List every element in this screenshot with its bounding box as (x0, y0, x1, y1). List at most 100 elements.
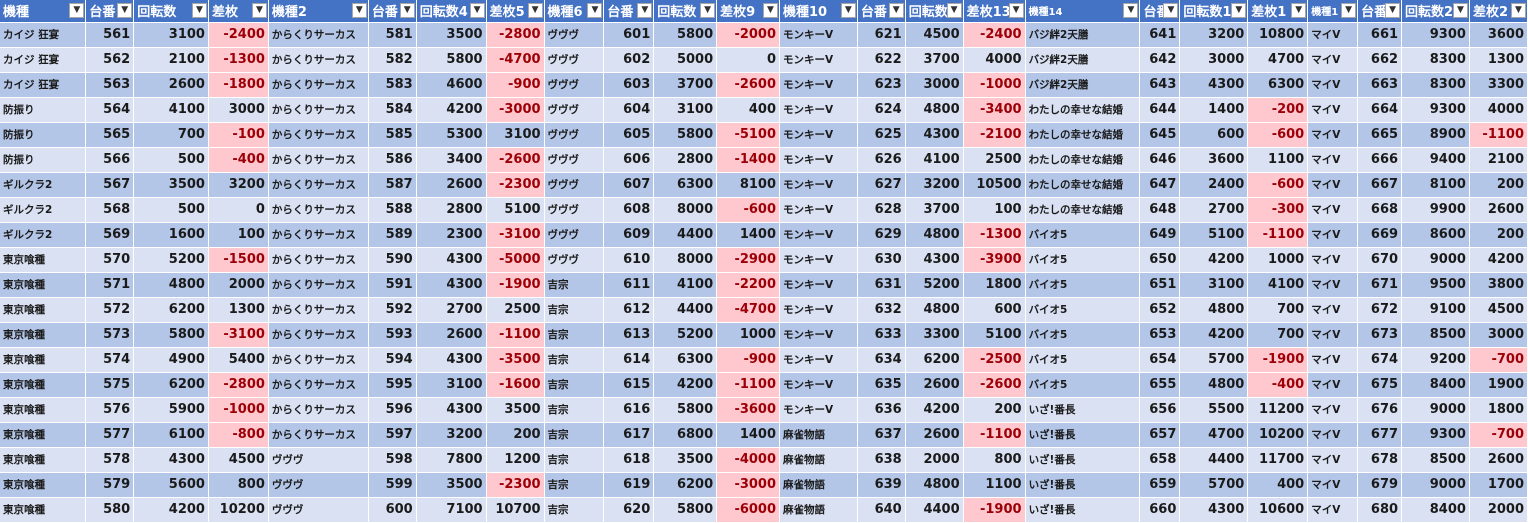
machine-number-cell[interactable]: 570 (85, 247, 135, 273)
spin-count-cell[interactable]: 8400 (1401, 497, 1470, 523)
machine-number-cell[interactable]: 622 (857, 47, 906, 73)
diff-cell[interactable]: 0 (208, 197, 269, 223)
spin-count-cell[interactable]: 9200 (1401, 347, 1470, 373)
machine-number-cell[interactable]: 640 (857, 497, 906, 523)
machine-name-cell[interactable]: 東京喰種 (0, 422, 87, 448)
diff-cell[interactable]: 10200 (1247, 422, 1309, 448)
machine-number-cell[interactable]: 580 (85, 497, 135, 523)
spin-count-cell[interactable]: 3100 (133, 22, 209, 48)
machine-number-cell[interactable]: 623 (857, 72, 906, 98)
machine-name-cell[interactable]: バイオ5 (1025, 322, 1141, 348)
machine-number-cell[interactable]: 630 (857, 247, 906, 273)
machine-number-cell[interactable]: 626 (857, 147, 906, 173)
diff-cell[interactable]: 1900 (1469, 372, 1528, 398)
machine-name-cell[interactable]: マイV (1307, 297, 1359, 323)
machine-number-cell[interactable]: 632 (857, 297, 906, 323)
machine-number-cell[interactable]: 585 (368, 122, 417, 148)
diff-cell[interactable]: 0 (716, 47, 781, 73)
machine-number-cell[interactable]: 602 (603, 47, 655, 73)
machine-name-cell[interactable]: マイV (1307, 422, 1359, 448)
filter-dropdown-icon[interactable]: ▼ (700, 3, 716, 18)
machine-name-cell[interactable]: マイV (1307, 197, 1359, 223)
machine-name-cell[interactable]: モンキーV (779, 172, 858, 198)
diff-cell[interactable]: -1900 (1247, 347, 1309, 373)
diff-cell[interactable]: 200 (1469, 172, 1528, 198)
spin-count-cell[interactable]: 8000 (653, 197, 718, 223)
spin-count-cell[interactable]: 4400 (653, 297, 718, 323)
machine-number-cell[interactable]: 636 (857, 397, 906, 423)
spin-count-cell[interactable]: 6300 (653, 172, 718, 198)
spin-count-cell[interactable]: 4500 (905, 22, 964, 48)
spin-count-cell[interactable]: 3000 (1179, 47, 1249, 73)
machine-number-cell[interactable]: 680 (1357, 497, 1403, 523)
machine-name-cell[interactable]: 東京喰種 (0, 447, 87, 473)
filter-dropdown-icon[interactable]: ▼ (191, 3, 207, 18)
diff-cell[interactable]: 3100 (486, 122, 545, 148)
machine-name-cell[interactable]: マイV (1307, 97, 1359, 123)
spin-count-cell[interactable]: 6100 (133, 422, 209, 448)
machine-number-cell[interactable]: 573 (85, 322, 135, 348)
spin-count-cell[interactable]: 3500 (653, 447, 718, 473)
spin-count-cell[interactable]: 9900 (1401, 197, 1470, 223)
machine-name-cell[interactable]: マイV (1307, 472, 1359, 498)
spin-count-cell[interactable]: 4200 (1179, 247, 1249, 273)
machine-number-cell[interactable]: 610 (603, 247, 655, 273)
diff-cell[interactable]: -3000 (486, 97, 545, 123)
diff-cell[interactable]: 200 (1469, 222, 1528, 248)
machine-number-cell[interactable]: 621 (857, 22, 906, 48)
spin-count-cell[interactable]: 2100 (133, 47, 209, 73)
machine-number-cell[interactable]: 637 (857, 422, 906, 448)
machine-name-cell[interactable]: ヴヴヴ (544, 147, 605, 173)
machine-number-cell[interactable]: 669 (1357, 222, 1403, 248)
machine-name-cell[interactable]: からくりサーカス (268, 47, 369, 73)
spin-count-cell[interactable]: 4800 (1179, 372, 1249, 398)
spin-count-cell[interactable]: 4400 (905, 497, 964, 523)
machine-number-cell[interactable]: 607 (603, 172, 655, 198)
spin-count-cell[interactable]: 8500 (1401, 322, 1470, 348)
diff-cell[interactable]: 2000 (1469, 497, 1528, 523)
spin-count-cell[interactable]: 2700 (416, 297, 487, 323)
spin-count-cell[interactable]: 4300 (133, 447, 209, 473)
spin-count-cell[interactable]: 4300 (905, 122, 964, 148)
spin-count-cell[interactable]: 4800 (905, 97, 964, 123)
machine-number-cell[interactable]: 657 (1139, 422, 1181, 448)
machine-number-cell[interactable]: 617 (603, 422, 655, 448)
machine-name-cell[interactable]: マイV (1307, 322, 1359, 348)
diff-cell[interactable]: -3900 (963, 247, 1026, 273)
diff-cell[interactable]: 4700 (1247, 47, 1309, 73)
machine-number-cell[interactable]: 674 (1357, 347, 1403, 373)
machine-number-cell[interactable]: 587 (368, 172, 417, 198)
spin-count-cell[interactable]: 5700 (1179, 347, 1249, 373)
diff-cell[interactable]: 4200 (1469, 247, 1528, 273)
machine-number-cell[interactable]: 665 (1357, 122, 1403, 148)
machine-name-cell[interactable]: わたしの幸せな結婚 (1025, 122, 1141, 148)
machine-name-cell[interactable]: からくりサーカス (268, 347, 369, 373)
machine-number-cell[interactable]: 676 (1357, 397, 1403, 423)
machine-number-cell[interactable]: 673 (1357, 322, 1403, 348)
machine-number-cell[interactable]: 633 (857, 322, 906, 348)
machine-number-cell[interactable]: 609 (603, 222, 655, 248)
machine-number-cell[interactable]: 615 (603, 372, 655, 398)
machine-number-cell[interactable]: 677 (1357, 422, 1403, 448)
machine-name-cell[interactable]: モンキーV (779, 222, 858, 248)
machine-number-cell[interactable]: 579 (85, 472, 135, 498)
machine-name-cell[interactable]: モンキーV (779, 97, 858, 123)
spin-count-cell[interactable]: 7800 (416, 447, 487, 473)
filter-dropdown-icon[interactable]: ▼ (69, 3, 85, 18)
diff-cell[interactable]: -1100 (486, 322, 545, 348)
machine-name-cell[interactable]: いざ!番長 (1025, 422, 1141, 448)
machine-name-cell[interactable]: バジ絆2天膳 (1025, 22, 1141, 48)
spin-count-cell[interactable]: 9300 (1401, 422, 1470, 448)
machine-name-cell[interactable]: からくりサーカス (268, 297, 369, 323)
machine-name-cell[interactable]: バイオ5 (1025, 347, 1141, 373)
diff-cell[interactable]: 3200 (208, 172, 269, 198)
spin-count-cell[interactable]: 4200 (133, 497, 209, 523)
machine-number-cell[interactable]: 644 (1139, 97, 1181, 123)
spin-count-cell[interactable]: 8100 (1401, 172, 1470, 198)
spin-count-cell[interactable]: 2800 (416, 197, 487, 223)
diff-cell[interactable]: -2200 (716, 272, 781, 298)
spin-count-cell[interactable]: 4300 (905, 247, 964, 273)
machine-number-cell[interactable]: 592 (368, 297, 417, 323)
spin-count-cell[interactable]: 9000 (1401, 247, 1470, 273)
spin-count-cell[interactable]: 3100 (416, 372, 487, 398)
